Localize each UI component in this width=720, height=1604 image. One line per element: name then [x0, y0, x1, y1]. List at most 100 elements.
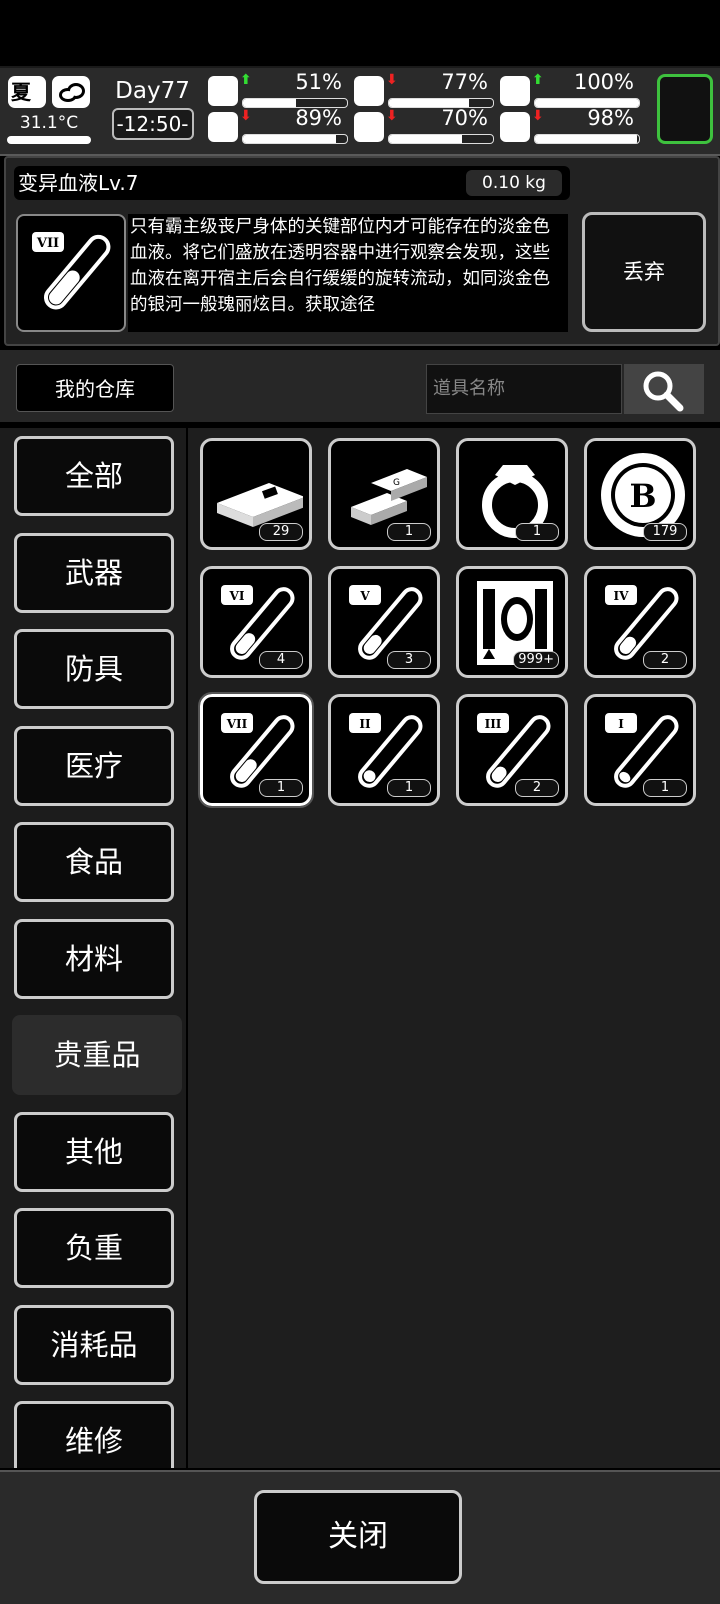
heart-icon: [500, 112, 530, 142]
category-tab-5[interactable]: 材料: [14, 918, 174, 999]
stat-value: 89%: [295, 106, 342, 130]
trend-down-icon: ⬇: [240, 108, 252, 124]
svg-text:VII: VII: [226, 717, 248, 731]
stat-medkit[interactable]: ⬆ 51%: [208, 70, 348, 108]
item-detail-panel: 变异血液Lv.7 0.10 kg VII 只有霸主级丧尸身体的关键部位内才可能存…: [4, 156, 720, 346]
inventory-slot[interactable]: II 1: [328, 694, 440, 806]
inventory-slot[interactable]: 999+: [456, 566, 568, 678]
category-tab-9[interactable]: 消耗品: [14, 1304, 174, 1385]
trend-down-icon: ⬇: [532, 108, 544, 124]
stat-pill[interactable]: ⬆ 100%: [500, 70, 640, 108]
stat-bar-fill: [243, 99, 297, 107]
stat-value: 98%: [587, 106, 634, 130]
stat-water-drop[interactable]: ⬇ 70%: [354, 106, 494, 144]
svg-text:II: II: [359, 717, 371, 731]
season-indicator[interactable]: 夏: [8, 76, 46, 108]
inventory-slot[interactable]: IV 2: [584, 566, 696, 678]
inventory-slot[interactable]: VI 4: [200, 566, 312, 678]
item-count-badge: 2: [643, 651, 687, 669]
svg-text:G: G: [393, 478, 400, 488]
time-label: -12:50-: [111, 108, 194, 140]
stat-heart[interactable]: ⬇ 98%: [500, 106, 640, 144]
status-bar: 夏 31.1°C Day77 -12:50- ⬆ 51% ⬇ 77% ⬆ 100% ⬇ 89%…: [0, 66, 720, 156]
inventory-slot[interactable]: 1: [456, 438, 568, 550]
item-description: 只有霸主级丧尸身体的关键部位内才可能存在的淡金色血液。将它们盛放在透明容器中进行…: [128, 214, 568, 332]
item-count-badge: 1: [387, 779, 431, 797]
day-clock: Day77 -12:50-: [110, 74, 195, 144]
item-count-badge: 1: [643, 779, 687, 797]
stat-value: 100%: [573, 70, 634, 94]
item-count-badge: 999+: [513, 651, 559, 669]
storage-bar: 我的仓库 道具名称: [0, 350, 720, 422]
stat-boot[interactable]: ⬇ 89%: [208, 106, 348, 144]
cloud-icon[interactable]: [52, 76, 90, 108]
item-count-badge: 1: [515, 523, 559, 541]
svg-text:III: III: [485, 717, 502, 731]
trend-up-icon: ⬆: [532, 72, 544, 88]
stat-bar-fill: [389, 135, 462, 143]
stat-bar: [534, 134, 640, 144]
trend-down-icon: ⬇: [386, 108, 398, 124]
stat-stomach[interactable]: ⬇ 77%: [354, 70, 494, 108]
category-tab-1[interactable]: 武器: [14, 532, 174, 613]
inventory-slot[interactable]: III 2: [456, 694, 568, 806]
category-tab-10[interactable]: 维修: [14, 1401, 174, 1468]
item-count-badge: 4: [259, 651, 303, 669]
my-warehouse-button[interactable]: 我的仓库: [16, 364, 174, 412]
category-tab-4[interactable]: 食品: [14, 822, 174, 902]
item-thumbnail: VII: [16, 214, 126, 332]
svg-text:V: V: [359, 589, 370, 603]
inventory-slot[interactable]: VII 1: [198, 692, 314, 808]
svg-text:VII: VII: [36, 236, 59, 251]
boot-icon: [208, 112, 238, 142]
medkit-icon: [208, 76, 238, 106]
category-tab-6[interactable]: 贵重品: [12, 1015, 182, 1095]
inventory-slot[interactable]: 29: [200, 438, 312, 550]
svg-text:IV: IV: [614, 589, 630, 603]
stomach-icon: [354, 76, 384, 106]
inventory-slot[interactable]: I1: [584, 694, 696, 806]
item-weight: 0.10 kg: [466, 170, 562, 196]
equipment-slot[interactable]: [657, 74, 713, 144]
inventory-slot[interactable]: V3: [328, 566, 440, 678]
category-tab-3[interactable]: 医疗: [14, 725, 174, 806]
search-icon: [643, 371, 684, 412]
item-count-badge: 1: [259, 779, 303, 797]
stat-bar: [388, 134, 494, 144]
blood-vial-vii-icon: VII: [32, 232, 111, 310]
category-tab-7[interactable]: 其他: [14, 1111, 174, 1192]
search-button[interactable]: [624, 364, 704, 414]
svg-text:I: I: [618, 717, 624, 731]
inventory-slot[interactable]: G1: [328, 438, 440, 550]
item-grid: 29 G 1 1 B 179 VI 4 V 3 999+ IV 2 VII 1 II 1 III 2 I 1: [188, 428, 720, 1468]
item-count-badge: 1: [387, 523, 431, 541]
discard-button[interactable]: 丢弃: [582, 212, 706, 332]
footer-bar: 关闭: [0, 1470, 720, 1604]
svg-text:VI: VI: [229, 589, 245, 603]
item-count-badge: 2: [515, 779, 559, 797]
item-count-badge: 29: [259, 523, 303, 541]
stat-bar: [242, 134, 348, 144]
day-label: Day77: [115, 78, 190, 104]
category-tab-0[interactable]: 全部: [14, 436, 174, 516]
stat-value: 77%: [441, 70, 488, 94]
close-button[interactable]: 关闭: [254, 1490, 462, 1584]
item-name-bar: 变异血液Lv.7 0.10 kg: [14, 166, 570, 200]
item-name: 变异血液Lv.7: [18, 171, 139, 195]
water-drop-icon: [354, 112, 384, 142]
stat-bar-fill: [535, 135, 637, 143]
inventory-slot[interactable]: B 179: [584, 438, 696, 550]
trend-up-icon: ⬆: [240, 72, 252, 88]
stat-value: 51%: [295, 70, 342, 94]
category-list: 全部武器防具医疗食品材料贵重品其他负重消耗品维修: [0, 428, 186, 1468]
item-count-badge: 3: [387, 651, 431, 669]
category-tab-8[interactable]: 负重: [14, 1208, 174, 1288]
svg-text:B: B: [629, 477, 656, 515]
stat-bar-fill: [243, 135, 336, 143]
item-count-badge: 179: [643, 523, 687, 541]
trend-down-icon: ⬇: [386, 72, 398, 88]
category-tab-2[interactable]: 防具: [14, 629, 174, 709]
temperature-bar: [7, 136, 91, 144]
search-input[interactable]: 道具名称: [426, 364, 622, 414]
stat-value: 70%: [441, 106, 488, 130]
